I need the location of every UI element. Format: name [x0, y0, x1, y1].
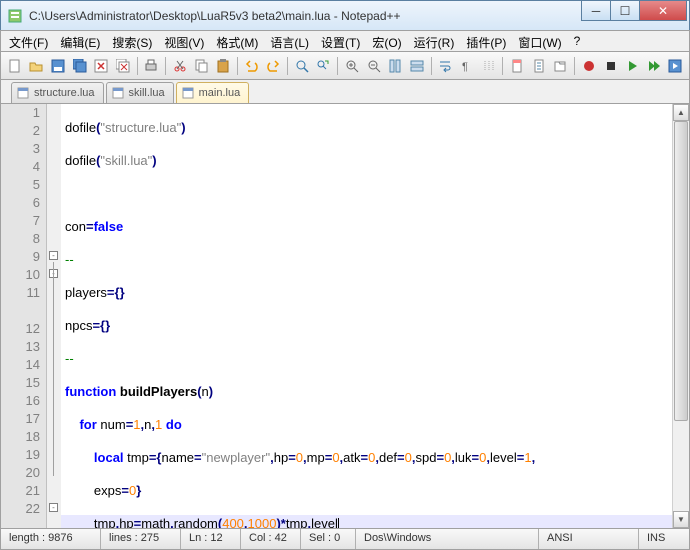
tab-bar: structure.lua skill.lua main.lua	[0, 80, 690, 104]
file-icon	[181, 86, 195, 100]
tab-label: main.lua	[199, 87, 241, 99]
svg-text:¶: ¶	[462, 61, 468, 73]
save-macro-icon[interactable]	[666, 56, 686, 76]
redo-icon[interactable]	[263, 56, 283, 76]
doc-map-icon[interactable]	[507, 56, 527, 76]
new-file-icon[interactable]	[5, 56, 25, 76]
menu-run[interactable]: 运行(R)	[408, 31, 461, 51]
wordwrap-icon[interactable]	[436, 56, 456, 76]
status-sel: Sel : 0	[301, 529, 356, 549]
stop-macro-icon[interactable]	[601, 56, 621, 76]
tab-structure[interactable]: structure.lua	[11, 82, 104, 103]
menu-language[interactable]: 语言(L)	[264, 31, 315, 51]
fold-gutter: - - -	[47, 104, 61, 528]
close-file-icon[interactable]	[91, 56, 111, 76]
status-mode: INS	[639, 529, 689, 549]
print-icon[interactable]	[142, 56, 162, 76]
tab-label: structure.lua	[34, 87, 95, 99]
function-list-icon[interactable]	[529, 56, 549, 76]
menu-plugins[interactable]: 插件(P)	[460, 31, 512, 51]
undo-icon[interactable]	[242, 56, 262, 76]
status-col: Col : 42	[241, 529, 301, 549]
menu-file[interactable]: 文件(F)	[3, 31, 54, 51]
window-title: C:\Users\Administrator\Desktop\LuaR5v3 b…	[29, 9, 582, 23]
app-icon	[7, 8, 23, 24]
toolbar: ¶	[0, 52, 690, 80]
editor: 1234567891011 1213141516171819202122 - -…	[0, 104, 690, 528]
maximize-button[interactable]: ☐	[610, 1, 640, 21]
sync-v-icon[interactable]	[385, 56, 405, 76]
file-icon	[16, 86, 30, 100]
title-bar: C:\Users\Administrator\Desktop\LuaR5v3 b…	[0, 0, 690, 30]
copy-icon[interactable]	[192, 56, 212, 76]
status-bar: length : 9876 lines : 275 Ln : 12 Col : …	[0, 528, 690, 550]
menu-help[interactable]: ?	[568, 31, 587, 51]
menu-window[interactable]: 窗口(W)	[512, 31, 567, 51]
vertical-scrollbar[interactable]: ▲ ▼	[672, 104, 689, 528]
open-file-icon[interactable]	[27, 56, 47, 76]
scroll-up-icon[interactable]: ▲	[673, 104, 689, 121]
sync-h-icon[interactable]	[407, 56, 427, 76]
status-lines: lines : 275	[101, 529, 181, 549]
menu-edit[interactable]: 编辑(E)	[54, 31, 106, 51]
menu-bar: 文件(F) 编辑(E) 搜索(S) 视图(V) 格式(M) 语言(L) 设置(T…	[0, 30, 690, 52]
save-all-icon[interactable]	[70, 56, 90, 76]
tab-label: skill.lua	[129, 87, 165, 99]
tab-main[interactable]: main.lua	[176, 82, 250, 103]
close-button[interactable]: ✕	[639, 1, 687, 21]
status-ln: Ln : 12	[181, 529, 241, 549]
menu-settings[interactable]: 设置(T)	[315, 31, 366, 51]
minimize-button[interactable]: ─	[581, 1, 611, 21]
status-eol: Dos\Windows	[356, 529, 539, 549]
status-encoding: ANSI	[539, 529, 639, 549]
fold-marker[interactable]: -	[49, 251, 58, 260]
status-length: length : 9876	[1, 529, 101, 549]
save-icon[interactable]	[48, 56, 68, 76]
scroll-down-icon[interactable]: ▼	[673, 511, 689, 528]
cut-icon[interactable]	[170, 56, 190, 76]
menu-view[interactable]: 视图(V)	[158, 31, 210, 51]
close-all-icon[interactable]	[113, 56, 133, 76]
folder-panel-icon[interactable]	[551, 56, 571, 76]
file-icon	[111, 86, 125, 100]
menu-macro[interactable]: 宏(O)	[366, 31, 407, 51]
replace-icon[interactable]	[314, 56, 334, 76]
line-number-gutter: 1234567891011 1213141516171819202122	[1, 104, 47, 528]
scrollbar-thumb[interactable]	[674, 121, 688, 421]
menu-search[interactable]: 搜索(S)	[106, 31, 158, 51]
menu-format[interactable]: 格式(M)	[210, 31, 264, 51]
play-multi-icon[interactable]	[644, 56, 664, 76]
play-macro-icon[interactable]	[622, 56, 642, 76]
record-macro-icon[interactable]	[579, 56, 599, 76]
zoom-in-icon[interactable]	[342, 56, 362, 76]
paste-icon[interactable]	[213, 56, 233, 76]
show-all-chars-icon[interactable]: ¶	[457, 56, 477, 76]
code-area[interactable]: dofile("structure.lua") dofile("skill.lu…	[61, 104, 672, 528]
zoom-out-icon[interactable]	[364, 56, 384, 76]
indent-guide-icon[interactable]	[479, 56, 499, 76]
tab-skill[interactable]: skill.lua	[106, 82, 174, 103]
fold-marker[interactable]: -	[49, 503, 58, 512]
find-icon[interactable]	[292, 56, 312, 76]
